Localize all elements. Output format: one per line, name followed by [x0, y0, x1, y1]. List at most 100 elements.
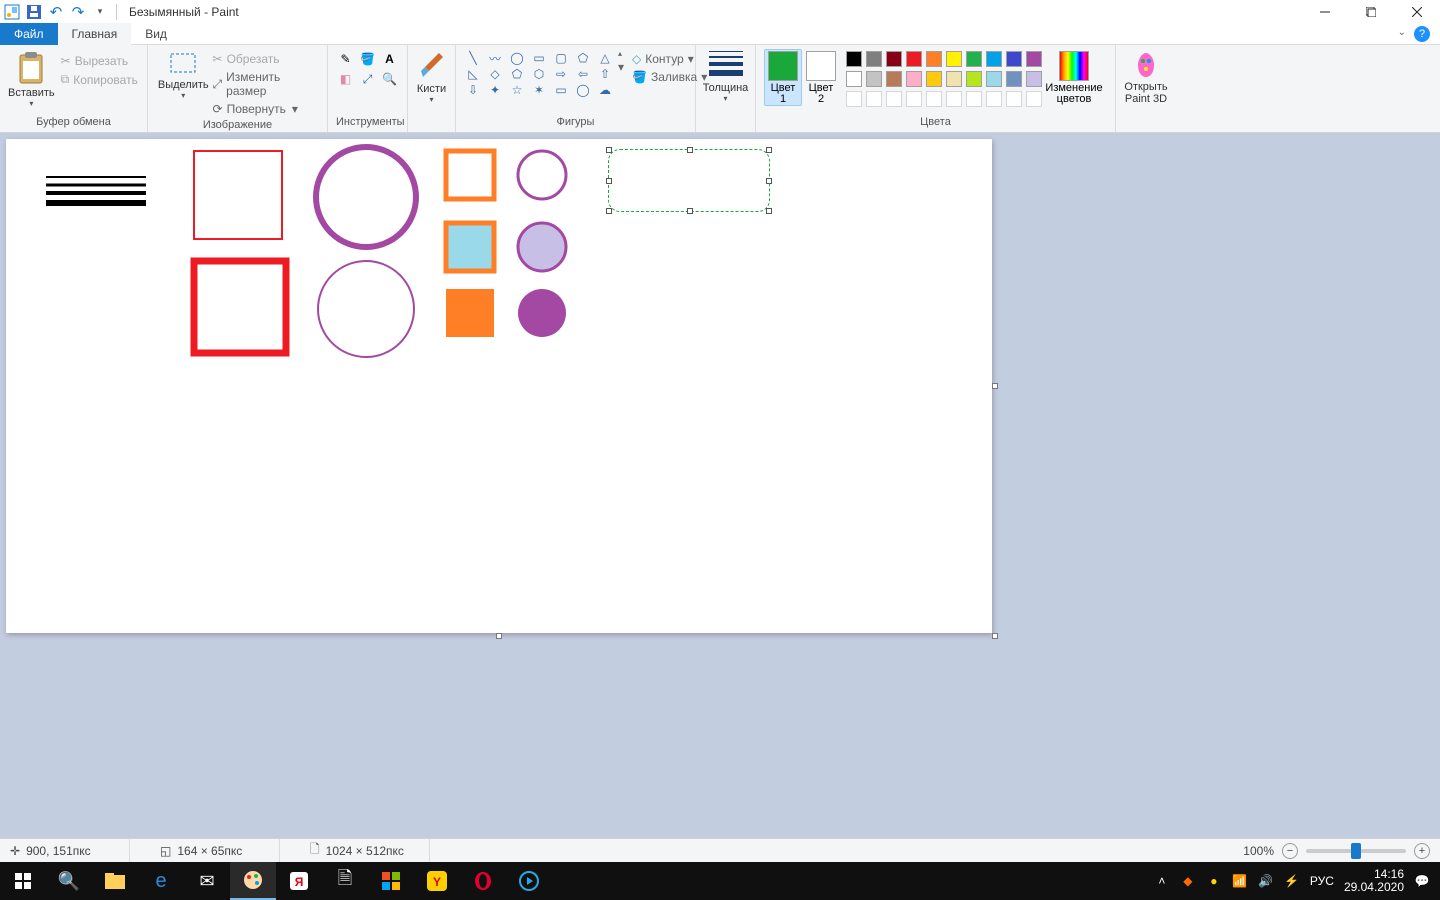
collapse-ribbon-icon[interactable]: ⌄	[1398, 27, 1406, 38]
shape-arrow-u[interactable]: ⇧	[596, 67, 614, 81]
pencil-tool[interactable]: ✎	[335, 49, 357, 69]
mail-icon[interactable]: ✉	[184, 862, 230, 900]
shape-callout-oval[interactable]: ◯	[574, 83, 592, 97]
color-swatch-empty[interactable]	[986, 91, 1002, 107]
start-button[interactable]	[0, 862, 46, 900]
yandex-icon[interactable]: Я	[276, 862, 322, 900]
canvas-resize-handle[interactable]	[992, 383, 998, 389]
maximize-button[interactable]	[1348, 0, 1394, 23]
wifi-icon[interactable]: 📶	[1232, 873, 1248, 889]
handle-icon[interactable]	[606, 147, 612, 153]
canvas-resize-handle[interactable]	[496, 633, 502, 639]
shapes-scroll[interactable]: ▴▾	[618, 49, 624, 74]
color-swatch[interactable]	[946, 71, 962, 87]
shape-diamond[interactable]: ◇	[486, 67, 504, 81]
handle-icon[interactable]	[687, 208, 693, 214]
shape-arrow-r[interactable]: ⇨	[552, 67, 570, 81]
color-swatch-empty[interactable]	[906, 91, 922, 107]
power-icon[interactable]: ⚡	[1284, 873, 1300, 889]
canvas[interactable]	[6, 139, 992, 633]
color-swatch-empty[interactable]	[966, 91, 982, 107]
color-swatch-empty[interactable]	[926, 91, 942, 107]
clock[interactable]: 14:16 29.04.2020	[1344, 868, 1404, 894]
color-swatch-empty[interactable]	[866, 91, 882, 107]
color-swatch[interactable]	[926, 51, 942, 67]
color-swatch[interactable]	[926, 71, 942, 87]
color-swatch-empty[interactable]	[1006, 91, 1022, 107]
color-swatch[interactable]	[986, 51, 1002, 67]
thickness-button[interactable]: Толщина ▾	[703, 49, 749, 103]
search-button[interactable]: 🔍	[46, 862, 92, 900]
shape-oval[interactable]: ◯	[508, 51, 526, 65]
shape-line[interactable]: ╲	[464, 51, 482, 65]
copy-button[interactable]: ⧉Копировать	[59, 71, 140, 88]
paint-taskbar-icon[interactable]	[230, 862, 276, 900]
color-swatch[interactable]	[866, 51, 882, 67]
qat-dropdown-icon[interactable]: ▾	[92, 4, 108, 20]
select-button[interactable]: Выделить ▾	[156, 49, 211, 100]
notifications-icon[interactable]: 💬	[1414, 873, 1430, 889]
tab-file[interactable]: Файл	[0, 23, 58, 45]
shapes-gallery[interactable]: ╲ 〰 ◯ ▭ ▢ ⬠ △ ◺ ◇ ⬠ ⬡ ⇨ ⇦ ⇧ ⇩ ✦ ☆ ✶ ▭ ◯	[464, 51, 616, 99]
shape-star4[interactable]: ✦	[486, 83, 504, 97]
media-player-icon[interactable]	[506, 862, 552, 900]
handle-icon[interactable]	[766, 208, 772, 214]
color1-button[interactable]: Цвет 1	[764, 49, 802, 106]
handle-icon[interactable]	[766, 147, 772, 153]
volume-icon[interactable]: 🔊	[1258, 873, 1274, 889]
color-swatch[interactable]	[846, 51, 862, 67]
color-swatch[interactable]	[866, 71, 882, 87]
tray-app-icon[interactable]: ◆	[1180, 873, 1196, 889]
color2-button[interactable]: Цвет 2	[802, 49, 840, 105]
shape-callout-rr[interactable]: ▭	[552, 83, 570, 97]
color-swatch-empty[interactable]	[846, 91, 862, 107]
zoom-slider[interactable]	[1306, 849, 1406, 853]
handle-icon[interactable]	[687, 147, 693, 153]
crop-button[interactable]: ✂Обрезать	[211, 51, 319, 67]
shape-callout-cloud[interactable]: ☁	[596, 83, 614, 97]
help-icon[interactable]: ?	[1414, 26, 1430, 42]
shape-hexagon[interactable]: ⬡	[530, 67, 548, 81]
picker-tool[interactable]: ⤢	[357, 69, 379, 89]
handle-icon[interactable]	[606, 178, 612, 184]
color-swatch-empty[interactable]	[946, 91, 962, 107]
resize-button[interactable]: ⤢Изменить размер	[211, 69, 319, 99]
text-tool[interactable]: A	[379, 49, 401, 69]
handle-icon[interactable]	[766, 178, 772, 184]
shape-triangle[interactable]: △	[596, 51, 614, 65]
color-swatch-empty[interactable]	[886, 91, 902, 107]
tab-view[interactable]: Вид	[131, 23, 181, 45]
canvas-resize-handle[interactable]	[992, 633, 998, 639]
zoom-out-button[interactable]: −	[1282, 843, 1298, 859]
shape-rtriangle[interactable]: ◺	[464, 67, 482, 81]
shape-rect[interactable]: ▭	[530, 51, 548, 65]
color-swatch[interactable]	[1026, 51, 1042, 67]
brushes-button[interactable]: Кисти ▾	[416, 49, 447, 104]
color-swatch[interactable]	[946, 51, 962, 67]
language-indicator[interactable]: РУС	[1310, 874, 1334, 888]
cut-button[interactable]: ✂Вырезать	[59, 53, 140, 69]
redo-icon[interactable]: ↷	[70, 4, 86, 20]
color-swatch[interactable]	[886, 51, 902, 67]
tray-app-icon[interactable]: ●	[1206, 873, 1222, 889]
undo-icon[interactable]: ↶	[48, 4, 64, 20]
shape-arrow-d[interactable]: ⇩	[464, 83, 482, 97]
rotate-button[interactable]: ⟳Повернуть▾	[211, 101, 319, 117]
shape-star6[interactable]: ✶	[530, 83, 548, 97]
zoom-thumb[interactable]	[1351, 843, 1361, 859]
zoom-in-button[interactable]: +	[1414, 843, 1430, 859]
shape-pentagon[interactable]: ⬠	[508, 67, 526, 81]
document-icon[interactable]: 🗎	[322, 862, 368, 900]
tab-home[interactable]: Главная	[58, 23, 132, 45]
color-swatch[interactable]	[986, 71, 1002, 87]
edit-colors-button[interactable]: Изменение цветов	[1044, 49, 1104, 105]
opera-icon[interactable]	[460, 862, 506, 900]
fill-tool[interactable]: 🪣	[357, 49, 379, 69]
magnifier-tool[interactable]: 🔍	[379, 69, 401, 89]
color-swatch[interactable]	[966, 51, 982, 67]
close-button[interactable]	[1394, 0, 1440, 23]
shape-roundrect[interactable]: ▢	[552, 51, 570, 65]
explorer-icon[interactable]	[92, 862, 138, 900]
shape-star5[interactable]: ☆	[508, 83, 526, 97]
color-swatch[interactable]	[886, 71, 902, 87]
